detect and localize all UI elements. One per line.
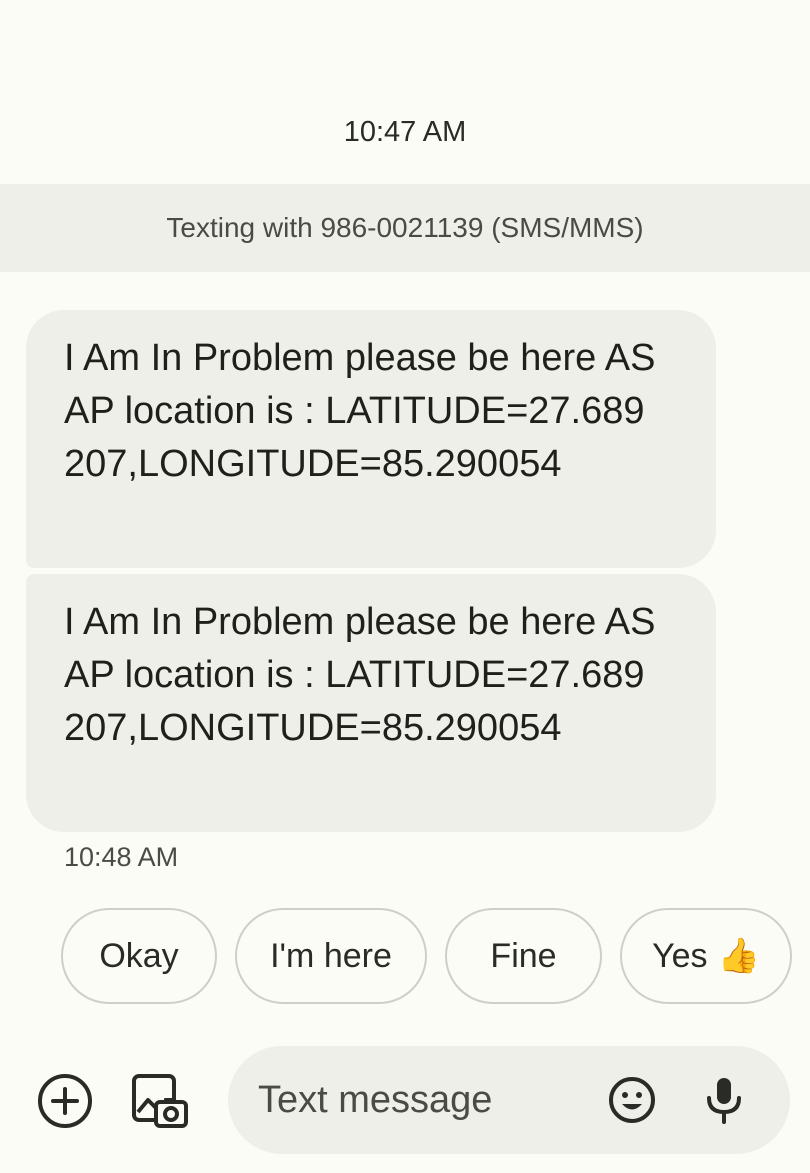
voice-input-button[interactable] <box>696 1072 752 1128</box>
message-text: I Am In Problem please be here ASAP loca… <box>64 337 656 485</box>
smart-reply-label: Fine <box>490 936 557 975</box>
smart-reply-label: I'm here <box>270 936 392 975</box>
thumbs-up-icon: 👍 <box>717 937 760 975</box>
conversation-start-timestamp: 10:47 AM <box>343 116 467 148</box>
mic-icon <box>707 1078 741 1124</box>
gallery-camera-button[interactable] <box>128 1070 190 1132</box>
emoji-button[interactable] <box>606 1074 658 1126</box>
compose-bar <box>228 1046 790 1154</box>
message-bubble[interactable]: I Am In Problem please be here ASAP loca… <box>26 310 716 568</box>
message-timestamp: 10:48 AM <box>64 842 179 872</box>
smart-reply-label: Okay <box>99 936 179 975</box>
smart-reply-label: Yes <box>652 936 708 975</box>
gallery-icon <box>132 1074 188 1128</box>
smart-reply-im-here[interactable]: I'm here <box>235 908 427 1004</box>
message-text: I Am In Problem please be here ASAP loca… <box>64 601 656 749</box>
texting-with-banner: Texting with 986-0021139 (SMS/MMS) <box>0 184 810 272</box>
smart-reply-okay[interactable]: Okay <box>61 908 217 1004</box>
add-attachment-button[interactable] <box>36 1072 94 1130</box>
smart-reply-fine[interactable]: Fine <box>445 908 602 1004</box>
text-message-input[interactable] <box>258 1074 588 1126</box>
message-bubble[interactable]: I Am In Problem please be here ASAP loca… <box>26 574 716 832</box>
smart-reply-yes[interactable]: Yes 👍 <box>620 908 792 1004</box>
add-icon <box>38 1074 92 1128</box>
emoji-icon <box>609 1077 655 1123</box>
